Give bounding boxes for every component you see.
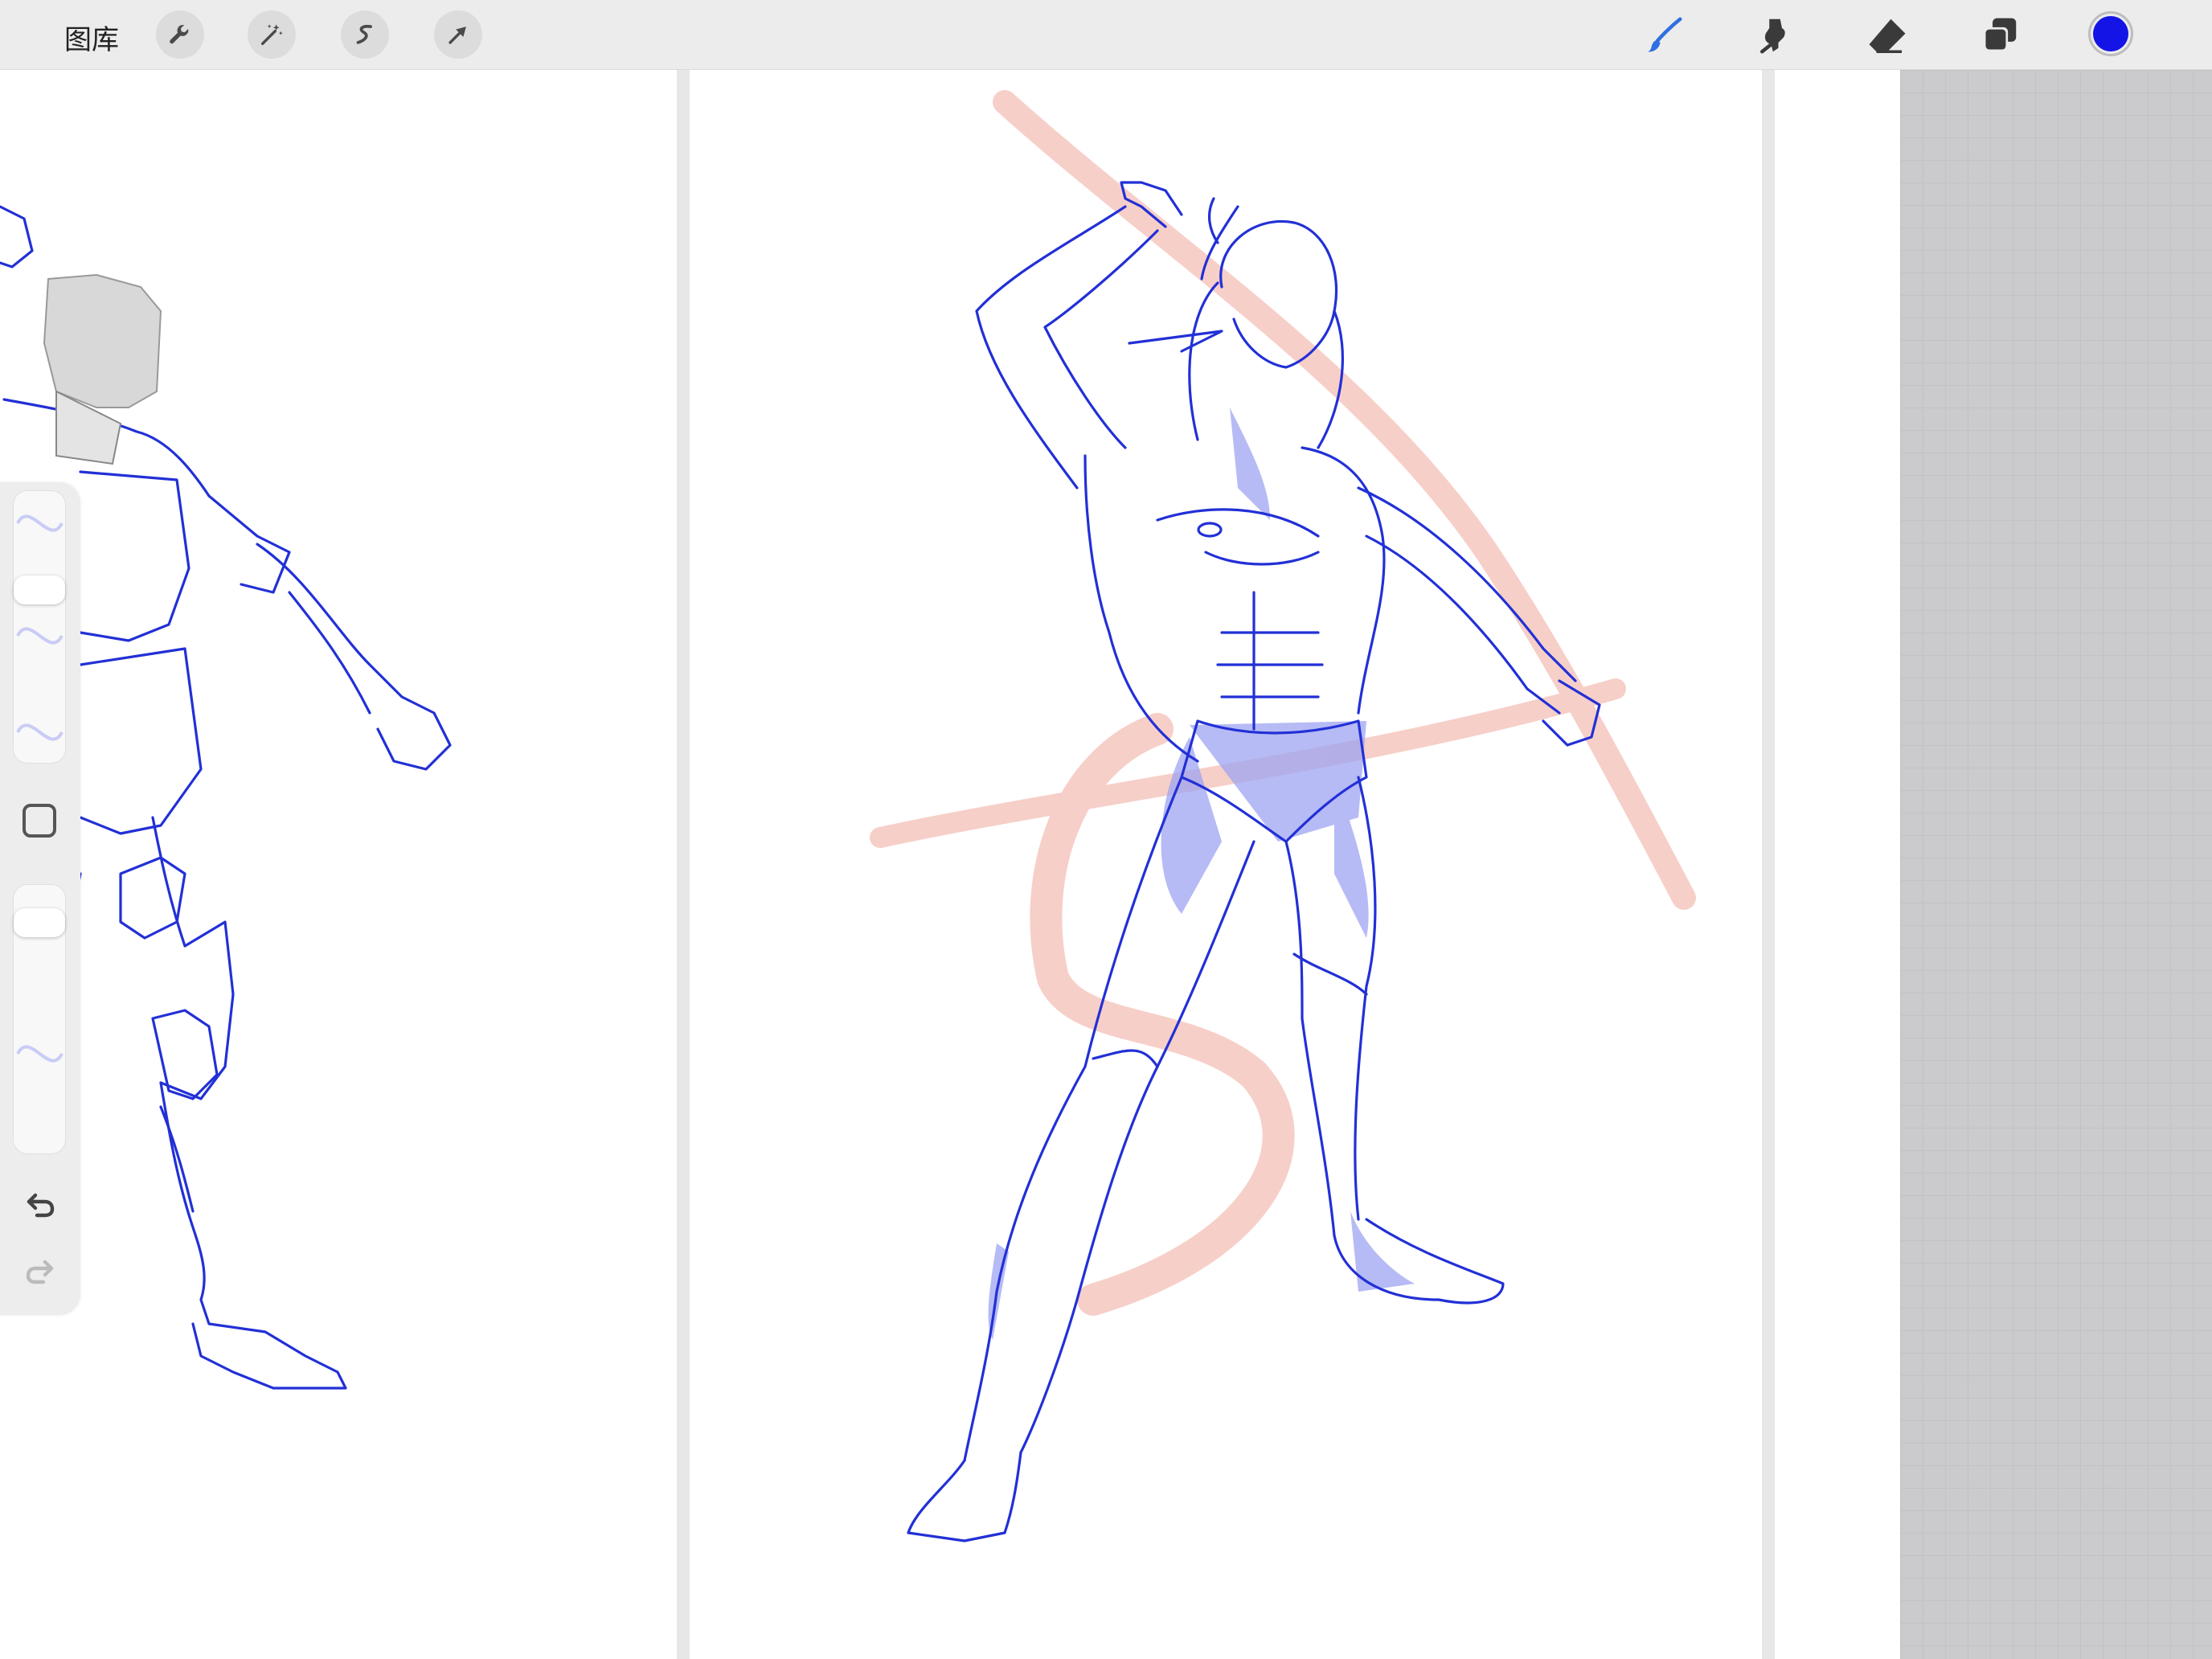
top-toolbar: 图库 xyxy=(0,0,2212,70)
grid-reference-area xyxy=(1900,70,2212,1659)
left-figure-head-block xyxy=(43,273,162,465)
actions-button[interactable] xyxy=(156,10,204,59)
redo-icon[interactable] xyxy=(21,1252,59,1291)
current-color-swatch xyxy=(2093,16,2128,51)
adjustments-button[interactable] xyxy=(248,10,296,59)
transform-arrow-icon xyxy=(449,27,466,44)
main-figure-lineart xyxy=(907,181,1601,1542)
magic-wand-icon xyxy=(260,24,283,46)
transform-button[interactable] xyxy=(434,10,482,59)
modify-button[interactable] xyxy=(23,804,56,838)
smudge-icon xyxy=(1760,18,1785,54)
sketch-artwork xyxy=(0,90,1696,1542)
brush-size-slider[interactable] xyxy=(13,490,66,764)
smudge-button[interactable] xyxy=(1751,11,1799,59)
opacity-thumb[interactable] xyxy=(14,908,65,937)
color-picker-button[interactable] xyxy=(2088,11,2133,56)
layers-icon xyxy=(1983,18,2017,52)
layers-button[interactable] xyxy=(1976,11,2024,59)
eraser-icon xyxy=(1869,18,1906,54)
canvas-area[interactable] xyxy=(0,70,2212,1659)
rough-gesture-strokes xyxy=(870,90,1696,1316)
undo-icon[interactable] xyxy=(21,1186,59,1224)
brush-button[interactable] xyxy=(1640,11,1688,59)
brush-icon xyxy=(1647,17,1682,52)
selection-button[interactable] xyxy=(341,10,389,59)
left-sidebar xyxy=(0,482,80,1315)
eraser-button[interactable] xyxy=(1863,11,1911,59)
gallery-button[interactable]: 图库 xyxy=(64,18,119,57)
selection-icon xyxy=(356,24,372,44)
brush-size-preview xyxy=(16,514,63,741)
wrench-icon xyxy=(170,24,189,44)
brush-size-thumb[interactable] xyxy=(14,576,65,605)
